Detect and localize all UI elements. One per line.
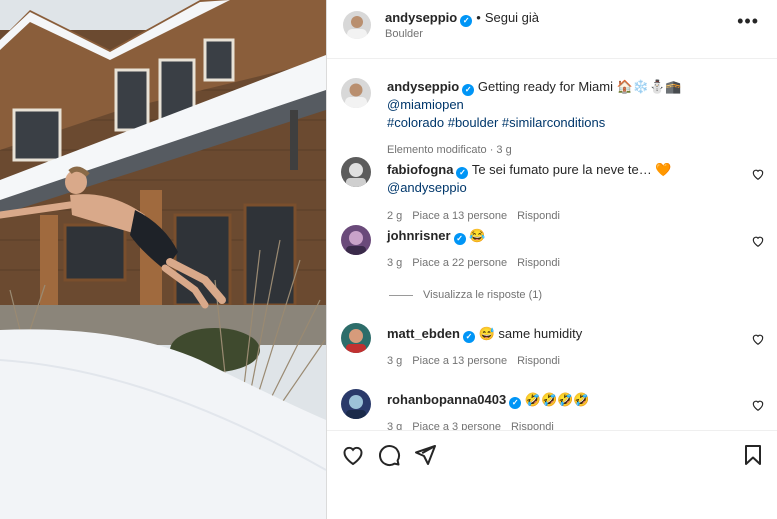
comment-text: 😂 — [469, 228, 486, 243]
author-avatar[interactable] — [343, 11, 371, 39]
post-photo[interactable] — [0, 0, 326, 519]
post-actions-bar — [327, 430, 777, 519]
comment-time: 2 g — [387, 210, 403, 222]
snow-jump-photo — [0, 0, 326, 519]
caption-hashtags[interactable]: #colorado #boulder #similarconditions — [387, 115, 605, 130]
comment-time: 3 g — [387, 355, 403, 367]
reply-button[interactable]: Rispondi — [517, 257, 560, 269]
verified-icon: ✓ — [509, 397, 522, 409]
reply-button[interactable]: Rispondi — [517, 355, 560, 367]
author-username[interactable]: andyseppio — [385, 10, 457, 25]
header-divider — [327, 58, 777, 59]
post-header: andyseppio ✓ • Segui già Boulder ••• — [327, 0, 777, 50]
reply-button[interactable]: Rispondi — [511, 421, 554, 430]
following-button[interactable]: Segui già — [485, 10, 539, 25]
comment-username[interactable]: rohanbopanna0403 — [387, 392, 506, 407]
comment-username[interactable]: johnrisner — [387, 228, 451, 243]
comment-likes[interactable]: Piace a 13 persone — [412, 210, 507, 222]
post-location[interactable]: Boulder — [385, 28, 423, 40]
verified-icon: ✓ — [460, 15, 473, 27]
comment-likes[interactable]: Piace a 13 persone — [412, 355, 507, 367]
share-icon[interactable] — [413, 443, 437, 467]
heart-icon[interactable] — [341, 443, 365, 467]
verified-icon: ✓ — [456, 167, 469, 179]
reply-button[interactable]: Rispondi — [517, 210, 560, 222]
verified-icon: ✓ — [462, 331, 475, 343]
caption-avatar[interactable] — [341, 78, 371, 108]
verified-icon: ✓ — [453, 233, 466, 245]
commenter-avatar[interactable] — [341, 225, 371, 255]
caption-text: Getting ready for Miami 🏠❄️⛄🕋 — [477, 79, 682, 94]
verified-icon: ✓ — [462, 84, 475, 96]
heart-icon[interactable] — [751, 398, 765, 412]
commenter-avatar[interactable] — [341, 323, 371, 353]
comment-username[interactable]: matt_ebden — [387, 326, 460, 341]
comment-time: 3 g — [387, 257, 403, 269]
comment-username[interactable]: fabiofogna — [387, 162, 453, 177]
caption-mention[interactable]: @miamiopen — [387, 97, 464, 112]
more-icon[interactable]: ••• — [737, 12, 759, 30]
commenter-avatar[interactable] — [341, 157, 371, 187]
comment-text: Te sei fumato pure la neve te… 🧡 — [471, 162, 672, 177]
caption-username[interactable]: andyseppio — [387, 79, 459, 94]
comment-item: rohanbopanna0403 ✓ 🤣🤣🤣🤣 3 g Piace a 3 pers… — [327, 389, 777, 430]
heart-icon[interactable] — [751, 332, 765, 346]
heart-icon[interactable] — [751, 234, 765, 248]
comment-likes[interactable]: Piace a 22 persone — [412, 257, 507, 269]
view-replies-button[interactable]: Visualizza le risposte (1) — [389, 289, 542, 301]
comment-text: 😅 same humidity — [478, 326, 583, 341]
caption-edited: Elemento modificato · 3 g — [387, 144, 512, 156]
comment-likes[interactable]: Piace a 3 persone — [412, 421, 501, 430]
comment-icon[interactable] — [377, 443, 401, 467]
comment-text: 🤣🤣🤣🤣 — [524, 392, 590, 407]
post-side-panel: andyseppio ✓ • Segui già Boulder ••• andyse… — [327, 0, 777, 519]
bookmark-icon[interactable] — [741, 443, 765, 467]
comment-time: 3 g — [387, 421, 403, 430]
heart-icon[interactable] — [751, 167, 765, 181]
commenter-avatar[interactable] — [341, 389, 371, 419]
comment-mention[interactable]: @andyseppio — [387, 180, 467, 195]
